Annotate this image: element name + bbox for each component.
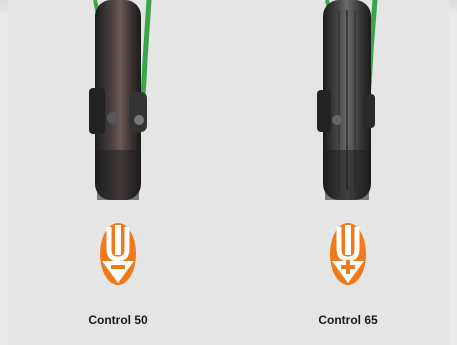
- tire-deflate-minus-icon: [100, 223, 136, 285]
- product-name-label: Control 50: [88, 313, 148, 327]
- tire-inflate-plus-icon: [330, 223, 366, 285]
- tire-image-control-50: [73, 0, 163, 200]
- product-comparison-panel: Control 50 Control 65: [8, 0, 449, 345]
- product-control-50[interactable]: Control 50: [18, 0, 218, 345]
- product-name-label: Control 65: [318, 313, 378, 327]
- tire-image-control-65: [303, 0, 393, 200]
- product-control-65[interactable]: Control 65: [248, 0, 448, 345]
